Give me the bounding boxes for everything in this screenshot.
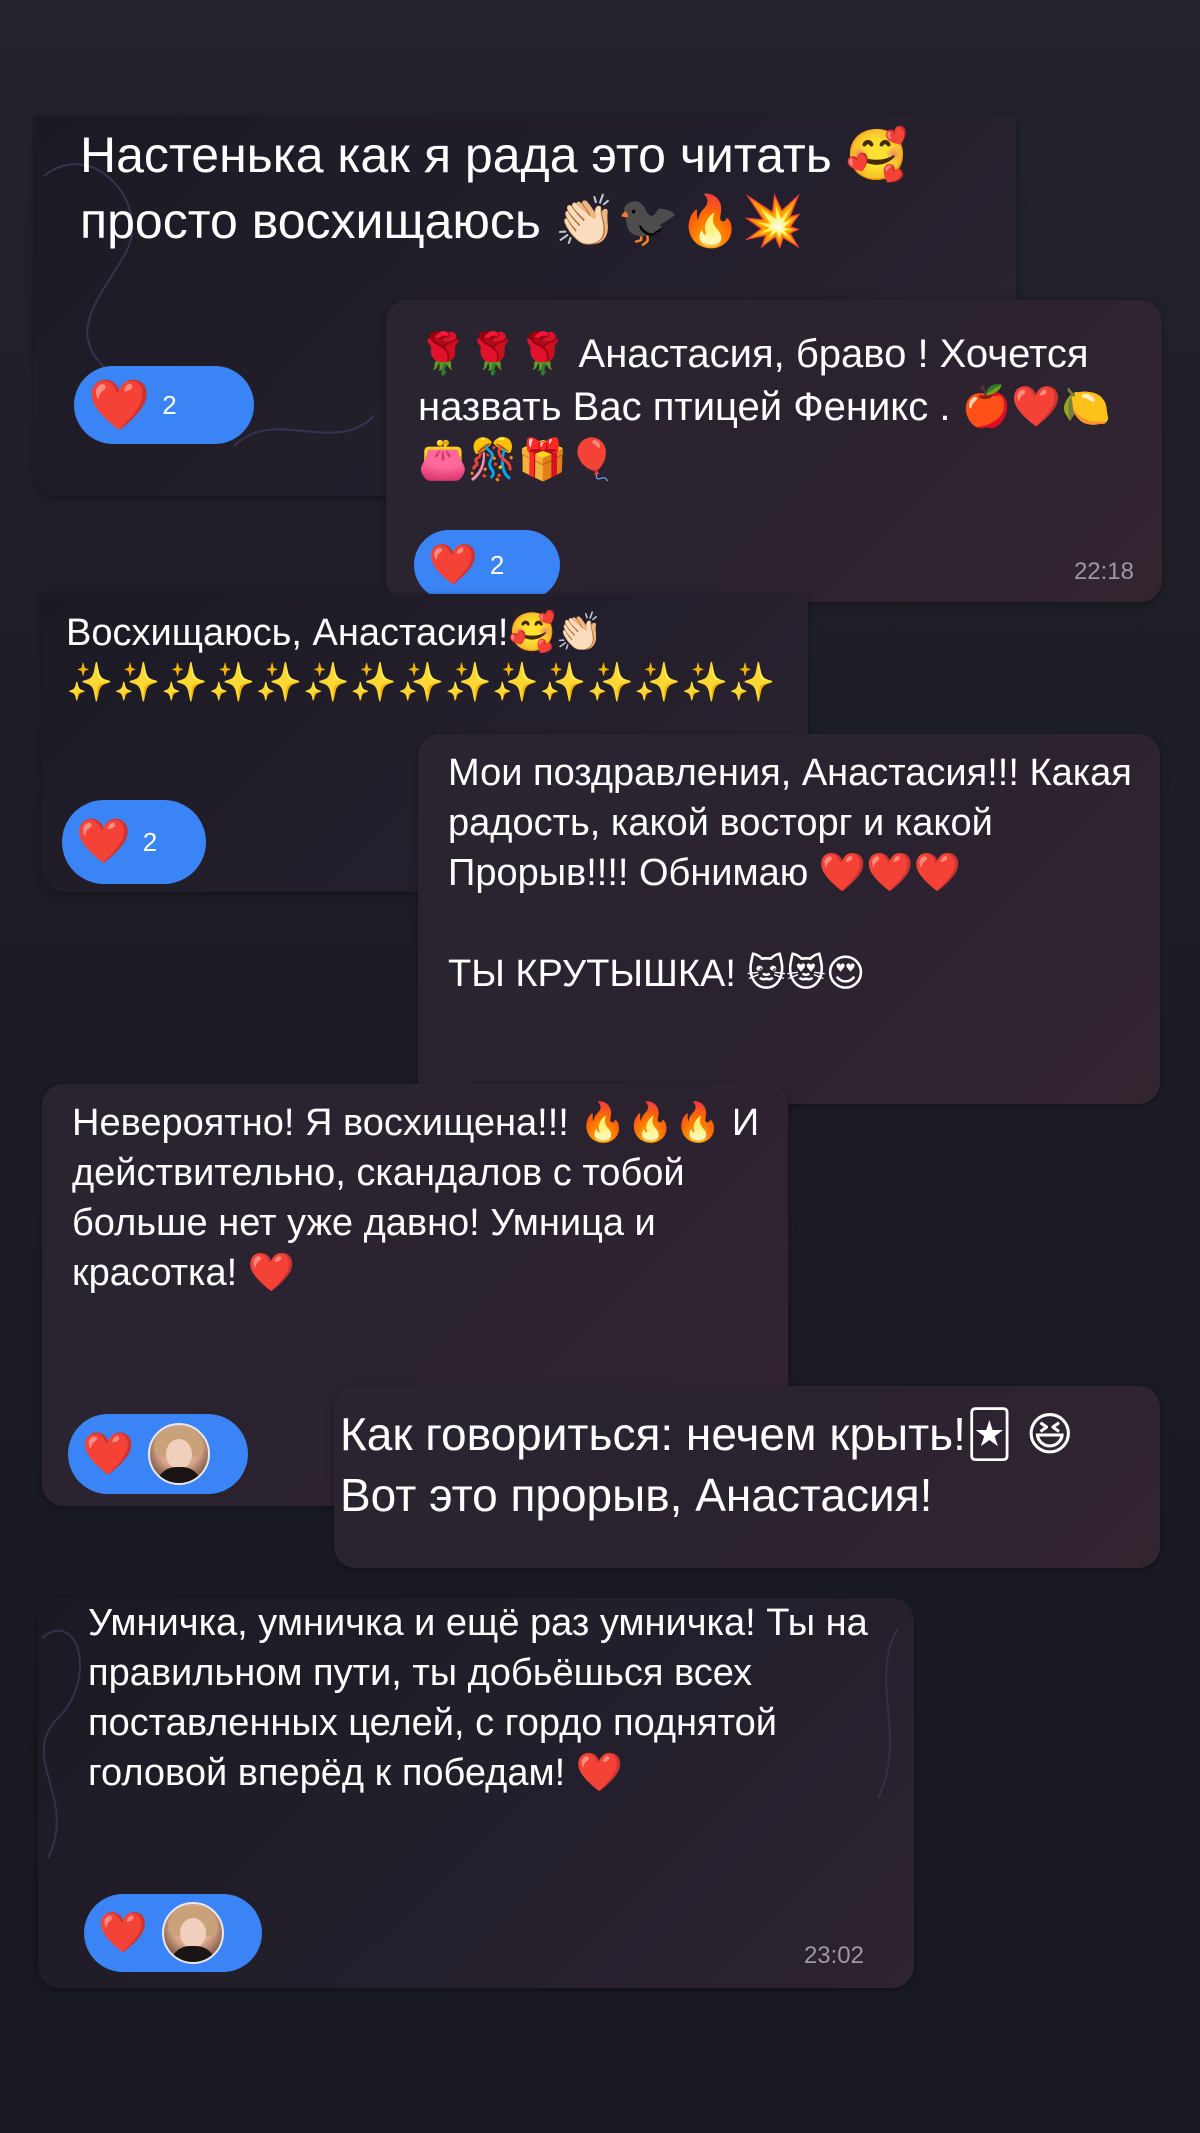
message-text: Невероятно! Я восхищена!!! 🔥🔥🔥 И действи… <box>72 1102 770 1295</box>
message-text: Умничка, умничка и ещё раз умничка! Ты н… <box>88 1602 879 1795</box>
reaction-heart-button[interactable]: ❤️ 2 <box>62 800 206 884</box>
message-text: Мои поздравления, Анастасия!!! Какая рад… <box>448 752 1132 995</box>
heart-icon: ❤️ <box>428 542 478 588</box>
reactor-avatar <box>161 1902 224 1964</box>
reaction-heart-button[interactable]: ❤️ 2 <box>74 366 254 444</box>
reaction-heart-button[interactable]: ❤️ 2 <box>414 530 560 600</box>
message-bubble-4[interactable]: Мои поздравления, Анастасия!!! Какая рад… <box>418 734 1160 1104</box>
message-text: Восхищаюсь, Анастасия!🥰👏🏻 ✨✨✨✨✨✨✨✨✨✨✨✨✨✨… <box>66 612 776 705</box>
reaction-count: 2 <box>162 389 177 420</box>
heart-icon: ❤️ <box>88 376 151 434</box>
message-bubble-2[interactable]: 🌹🌹🌹 Анастасия, браво ! Хочется назвать В… <box>386 300 1162 602</box>
heart-icon: ❤️ <box>82 1429 135 1478</box>
message-timestamp: 23:02 <box>803 1942 864 1969</box>
message-text: Настенька как я рада это читать 🥰 просто… <box>80 127 922 249</box>
reaction-heart-button[interactable]: ❤️ <box>68 1414 248 1494</box>
message-bubble-6[interactable]: Как говориться: нечем крыть!🃏 😆 Вот это … <box>334 1386 1160 1568</box>
message-text: 🌹🌹🌹 Анастасия, браво ! Хочется назвать В… <box>418 332 1111 482</box>
message-text: Как говориться: нечем крыть!🃏 😆 Вот это … <box>340 1408 1087 1521</box>
message-bubble-7[interactable]: Умничка, умничка и ещё раз умничка! Ты н… <box>38 1598 914 1988</box>
reaction-heart-button[interactable]: ❤️ <box>84 1894 262 1972</box>
reaction-count: 2 <box>142 826 158 857</box>
message-timestamp: 22:18 <box>1073 558 1134 585</box>
reactor-avatar <box>148 1423 211 1485</box>
heart-icon: ❤️ <box>76 816 131 867</box>
reaction-count: 2 <box>489 549 505 580</box>
heart-icon: ❤️ <box>98 1910 148 1956</box>
